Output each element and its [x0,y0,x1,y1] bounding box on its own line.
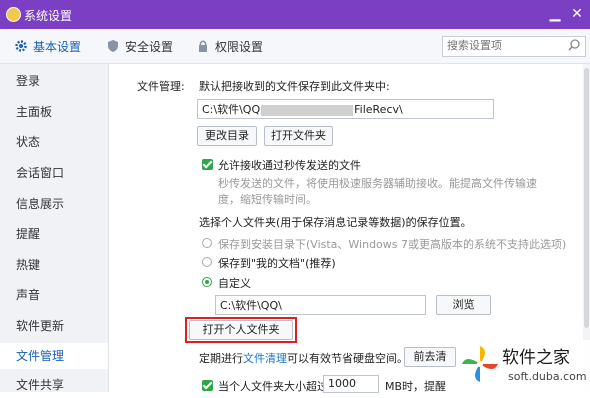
custom-path-field[interactable]: C:\软件\QQ\ [215,295,426,315]
gear-icon [15,40,27,52]
sidebar-item-status[interactable]: 状态 [0,129,108,155]
radio-my-documents[interactable] [202,257,212,267]
shield-icon [108,40,118,52]
radio-install-dir [202,238,212,248]
search-input[interactable] [443,37,569,54]
lock-icon [199,40,207,52]
file-cleanup-link[interactable]: 文件清理 [243,352,287,365]
sidebar-item-info-display[interactable]: 信息展示 [0,191,108,217]
second-transfer-desc-line2: 度，缩短传输时间。 [218,193,317,206]
tab-bar: 基本设置 安全设置 权限设置 [0,29,590,64]
search-icon[interactable] [567,38,582,53]
second-transfer-desc-line1: 秒传发送的文件，将使用极速服务器辅助接收。能提高文件传输速 [218,177,537,190]
sidebar-item-file-management[interactable]: 文件管理 [0,343,108,369]
cleanup-post: 可以有效节省硬盘空间。 [287,352,408,365]
go-cleanup-button[interactable]: 前去清 [404,347,456,367]
tab-label: 基本设置 [33,39,82,54]
change-directory-button[interactable]: 更改目录 [197,126,257,146]
watermark: 软件之家 soft.duba.com [456,340,590,392]
tab-label: 权限设置 [215,39,264,54]
allow-second-transfer-label: 允许接收通过秒传发送的文件 [218,159,361,172]
receive-path-field[interactable]: C:\软件\QQ FileRecv\ [197,99,494,119]
path-prefix: C:\软件\QQ [202,103,261,116]
sidebar-item-sound[interactable]: 声音 [0,282,108,308]
cleanup-pre: 定期进行 [199,352,243,365]
cleanup-text: 定期进行文件清理可以有效节省硬盘空间。 [199,350,408,366]
title-bar: 系统设置 ▁ ✕ [0,0,590,29]
sidebar-item-main-panel[interactable]: 主面板 [0,99,108,125]
sidebar-item-login[interactable]: 登录 [0,68,108,94]
size-threshold-input[interactable]: 1000 [323,375,379,393]
section-label-file-management: 文件管理: [137,80,185,93]
sidebar-item-reminder[interactable]: 提醒 [0,221,108,247]
tab-security-settings[interactable]: 安全设置 [106,37,173,55]
sidebar-item-hotkeys[interactable]: 热键 [0,252,108,278]
path-suffix: FileRecv\ [354,103,403,116]
window-title: 系统设置 [24,9,73,23]
sidebar-item-chat-window[interactable]: 会话窗口 [0,160,108,186]
sidebar-item-software-update[interactable]: 软件更新 [0,313,108,339]
highlight-box [185,317,297,343]
watermark-text: 软件之家 [502,348,570,368]
tab-permission-settings[interactable]: 权限设置 [196,37,263,55]
qq-logo-icon [6,7,21,22]
sidebar: 登录 主面板 状态 会话窗口 信息展示 提醒 热键 声音 软件更新 文件管理 文… [0,64,109,392]
minimize-button[interactable]: ▁ [546,5,564,23]
open-folder-button[interactable]: 打开文件夹 [264,126,333,146]
save-location-desc: 默认把接收到的文件保存到此文件夹中: [199,80,390,93]
opt-my-documents-label[interactable]: 保存到"我的文档"(推荐) [218,255,336,271]
tab-basic-settings[interactable]: 基本设置 [14,37,81,55]
redacted-segment [261,104,354,116]
search-box[interactable] [442,36,586,57]
pinwheel-logo-icon [462,346,498,382]
sidebar-item-file-sharing[interactable]: 文件共享 [0,372,108,398]
scrollbar-thumb[interactable] [584,68,589,328]
browse-button[interactable]: 浏览 [436,295,491,315]
close-button[interactable]: ✕ [568,5,586,23]
opt-install-dir-label: 保存到安装目录下(Vista、Windows 7或更高版本的系统不支持此选项) [218,238,567,251]
personal-folder-desc: 选择个人文件夹(用于保存消息记录等数据)的保存位置。 [199,216,472,229]
allow-second-transfer-checkbox[interactable] [202,159,213,170]
watermark-url: soft.duba.com [508,370,587,383]
size-alert-checkbox[interactable] [202,380,213,391]
tab-label: 安全设置 [125,39,174,54]
radio-custom[interactable] [202,277,212,287]
opt-custom-label[interactable]: 自定义 [218,275,251,291]
